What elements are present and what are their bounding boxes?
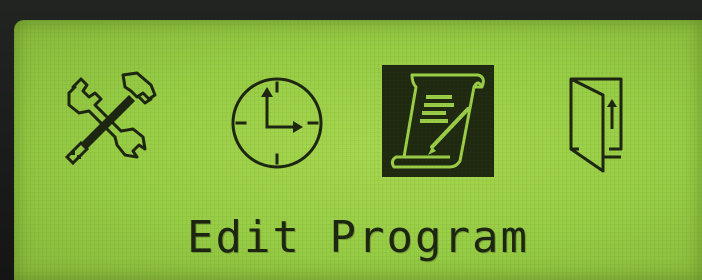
menu-item-settings[interactable] — [59, 65, 171, 177]
lcd-bezel: Edit Program — [0, 0, 702, 280]
exit-door-icon — [569, 77, 623, 173]
menu-item-clock[interactable] — [221, 65, 333, 177]
tools-icon — [64, 71, 157, 166]
menu-item-edit-program[interactable] — [382, 65, 494, 177]
clock-icon — [231, 77, 323, 169]
menu-item-exit[interactable] — [549, 65, 661, 177]
icon-menu — [14, 20, 702, 200]
menu-caption: Edit Program — [187, 212, 529, 263]
edit-document-icon — [382, 65, 494, 177]
lcd-screen: Edit Program — [14, 20, 702, 280]
